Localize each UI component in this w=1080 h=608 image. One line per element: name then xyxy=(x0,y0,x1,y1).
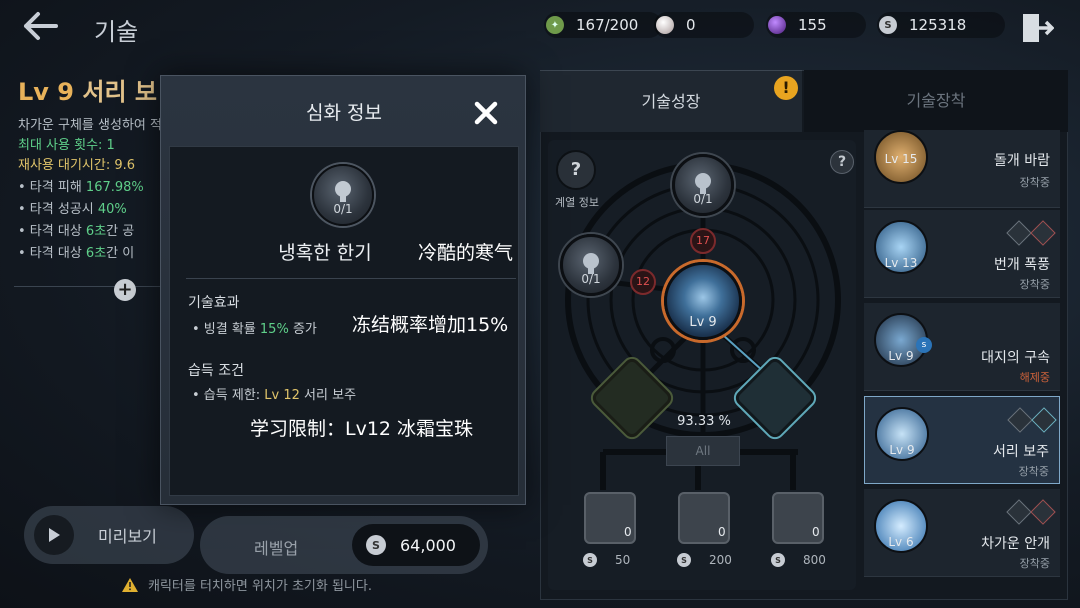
skill-book-cost: S 50 xyxy=(583,553,630,567)
alert-badge: ! xyxy=(774,76,798,100)
skill-book-cost: S 800 xyxy=(771,553,826,567)
skill-book-cost: S 200 xyxy=(677,553,732,567)
required-level-badge: 17 xyxy=(690,228,716,254)
pearl-value: 0 xyxy=(686,16,696,34)
page-title: 기술 xyxy=(94,18,139,46)
silver-value: 125318 xyxy=(909,16,967,34)
skill-list-item[interactable]: Lv 6 차가운 안개 장착중 xyxy=(864,489,1060,577)
tab-skill-growth[interactable]: 기술성장 xyxy=(540,70,802,132)
skill-effect-translation: 冻结概率增加15% xyxy=(352,314,509,336)
skill-effect-text: • 빙결 확률 15% 증가 xyxy=(192,322,317,337)
tree-progress: 93.33 % xyxy=(677,414,731,429)
all-button[interactable]: All xyxy=(666,436,740,466)
skill-effect-heading: 기술효과 xyxy=(188,295,240,311)
lineage-info-button[interactable]: ? xyxy=(556,150,596,190)
rune-icon xyxy=(1007,407,1033,433)
tab-skill-equip[interactable]: 기술장착 xyxy=(804,70,1068,132)
tree-node-top-count: 0/1 xyxy=(693,192,713,206)
acquire-condition-text: • 습득 제한: Lv 12 서리 보주 xyxy=(192,388,357,403)
deep-node-count: 0/1 xyxy=(333,202,353,216)
effect-line-1: • 타격 피해 167.98% xyxy=(18,180,144,195)
skill-list-item[interactable]: s Lv 9 대지의 구속 해제중 xyxy=(864,303,1060,391)
stamina-value: 167/200 xyxy=(576,16,639,34)
warning-message: 캐릭터를 터치하면 위치가 초기화 됩니다. xyxy=(122,575,372,594)
deep-node-icon xyxy=(312,164,374,226)
cooldown-line: 재사용 대기시간: 9.6 xyxy=(18,158,136,173)
center-node-level: Lv 9 xyxy=(689,315,717,330)
skill-list-item[interactable]: Lv 15 돌개 바람 장착중 xyxy=(864,130,1060,208)
max-uses-line: 최대 사용 횟수: 1 xyxy=(18,138,115,153)
gem-resource: 155 xyxy=(766,12,866,38)
tree-node-left[interactable] xyxy=(560,234,622,296)
effect-line-3: • 타격 대상 6초간 공 xyxy=(18,224,135,239)
exit-icon[interactable] xyxy=(1020,10,1055,46)
silver-coin-icon: S xyxy=(879,16,897,34)
level-up-cost-value: 64,000 xyxy=(400,535,456,555)
level-up-button[interactable]: 레벨업 S 64,000 xyxy=(200,516,488,574)
rune-icon xyxy=(1006,220,1032,246)
level-up-cost: S 64,000 xyxy=(352,524,480,566)
back-arrow-icon[interactable] xyxy=(20,8,60,44)
divider xyxy=(14,286,164,287)
skill-list: Lv 15 돌개 바람 장착중 Lv 13 번개 폭풍 장착중 s Lv 9 대… xyxy=(864,130,1060,590)
warning-icon xyxy=(122,577,138,592)
skill-book-count: 0 xyxy=(718,525,726,539)
acquire-condition-translation: 学习限制：Lv12 冰霜宝珠 xyxy=(250,418,474,440)
lineage-info-label: 계열 정보 xyxy=(555,196,599,209)
level-up-label: 레벨업 xyxy=(254,539,299,558)
stamina-resource: ✦ 167/200 xyxy=(544,12,662,38)
skill-level: Lv 9 xyxy=(18,78,74,106)
tree-node-top[interactable] xyxy=(672,154,734,216)
rune-icon xyxy=(1030,220,1056,246)
play-icon xyxy=(34,515,74,555)
skill-book-count: 0 xyxy=(812,525,820,539)
skill-list-item-selected[interactable]: Lv 9 서리 보주 장착중 xyxy=(864,396,1060,484)
preview-label: 미리보기 xyxy=(98,527,157,546)
acquire-condition-heading: 습득 조건 xyxy=(188,363,244,379)
stamina-icon: ✦ xyxy=(546,16,564,34)
silver-resource: S 125318 xyxy=(877,12,1005,38)
rune-icon xyxy=(1006,499,1032,525)
silver-coin-icon: S xyxy=(366,535,386,555)
rune-icon xyxy=(1030,499,1056,525)
tree-node-left-count: 0/1 xyxy=(581,272,601,286)
gem-value: 155 xyxy=(798,16,827,34)
pearl-resource: 0 xyxy=(654,12,754,38)
effect-line-4: • 타격 대상 6초간 이 xyxy=(18,246,135,261)
silver-coin-icon: S xyxy=(677,553,691,567)
skill-name: 서리 보 xyxy=(82,78,157,106)
silver-coin-icon: S xyxy=(771,553,785,567)
deep-node-name-translation: 冷酷的寒气 xyxy=(418,242,514,264)
rune-icon xyxy=(1031,407,1057,433)
close-icon[interactable] xyxy=(471,98,501,128)
required-level-badge: 12 xyxy=(630,269,656,295)
pearl-icon xyxy=(656,16,674,34)
skill-book-count: 0 xyxy=(624,525,632,539)
gem-icon xyxy=(768,16,786,34)
skill-list-item[interactable]: Lv 13 번개 폭풍 장착중 xyxy=(864,210,1060,298)
modal-divider xyxy=(186,278,516,279)
silver-coin-icon: S xyxy=(583,553,597,567)
preview-button[interactable]: 미리보기 xyxy=(24,506,194,564)
plus-icon[interactable]: + xyxy=(114,279,136,301)
skill-title: Lv 9 서리 보 xyxy=(18,72,157,107)
help-icon[interactable]: ? xyxy=(830,150,854,174)
effect-line-2: • 타격 성공시 40% xyxy=(18,202,127,217)
